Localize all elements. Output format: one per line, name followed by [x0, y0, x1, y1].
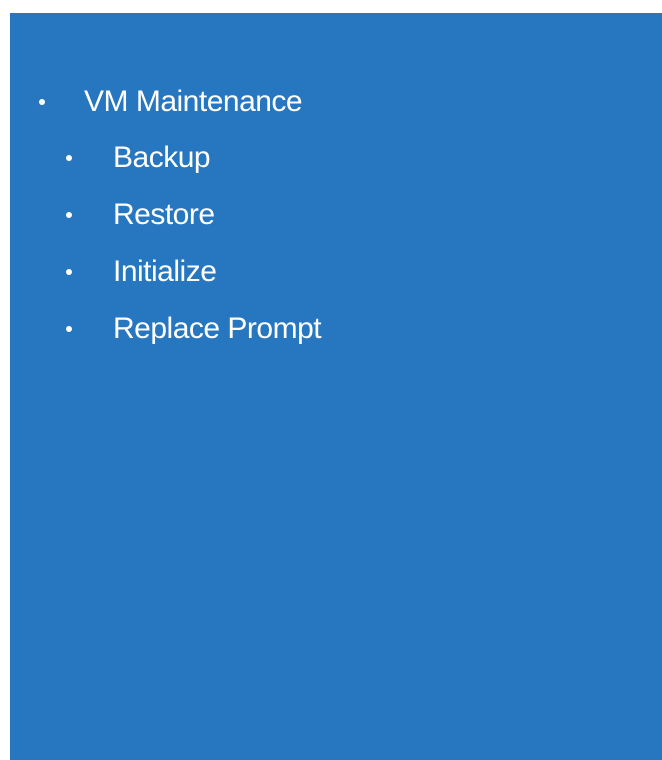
menu-item-label: Restore	[113, 198, 215, 231]
bullet-icon	[66, 212, 72, 218]
bullet-icon	[39, 99, 45, 105]
vm-maintenance-panel: VM Maintenance Backup Restore Initialize…	[10, 13, 662, 760]
menu-item-label: Initialize	[113, 255, 217, 288]
menu-item-label: Backup	[113, 141, 211, 174]
bullet-icon	[66, 326, 72, 332]
bullet-icon	[66, 155, 72, 161]
menu-item-label: VM Maintenance	[84, 85, 303, 118]
menu-item-label: Replace Prompt	[113, 312, 322, 345]
bullet-icon	[66, 269, 72, 275]
